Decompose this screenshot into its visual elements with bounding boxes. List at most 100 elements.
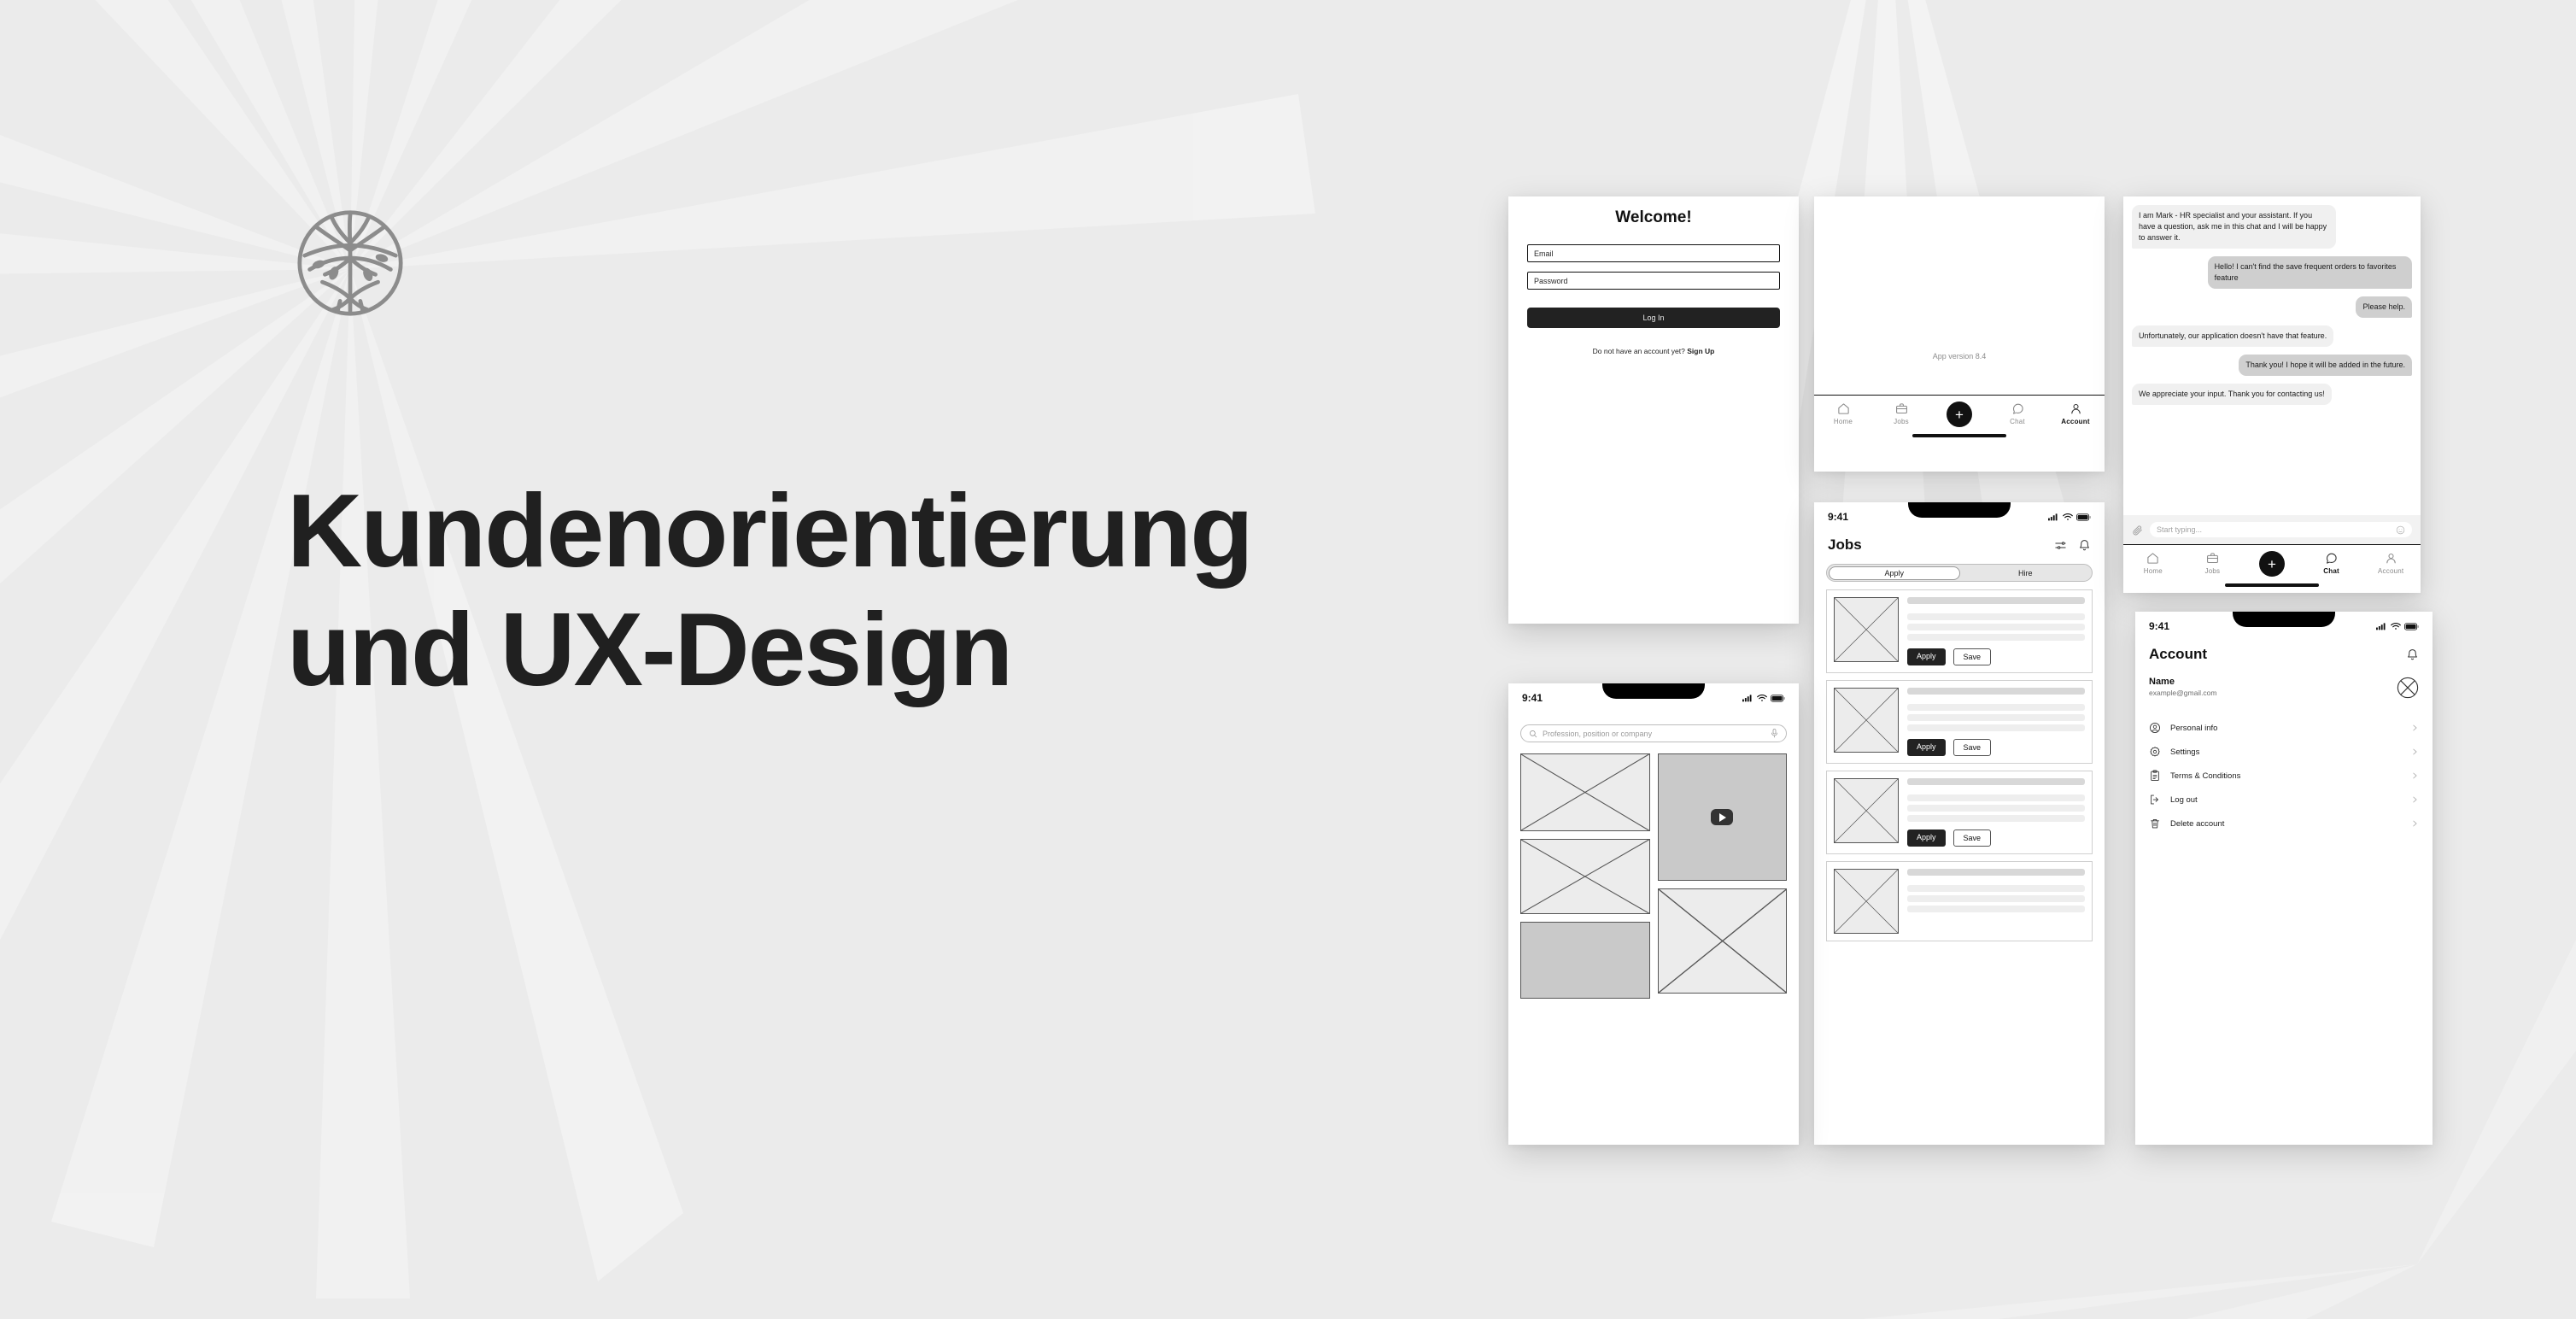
flat-tile[interactable] — [1520, 922, 1650, 999]
battery-icon — [1771, 694, 1785, 702]
menu-item-delete-account[interactable]: Delete account — [2135, 812, 2433, 835]
email-field-text: Email — [1534, 249, 1554, 258]
table-row[interactable] — [1826, 861, 2093, 941]
menu-item-label: Settings — [2170, 747, 2200, 757]
table-row[interactable]: Apply Save — [1826, 680, 2093, 764]
menu-item-label: Delete account — [2170, 818, 2225, 829]
person-icon — [2386, 553, 2396, 564]
signup-link[interactable]: Sign Up — [1687, 347, 1714, 355]
image-placeholder-icon[interactable] — [1520, 753, 1650, 831]
apply-button[interactable]: Apply — [1907, 648, 1946, 665]
menu-item-label: Personal info — [2170, 723, 2218, 733]
smiley-icon[interactable] — [2396, 525, 2405, 535]
battery-icon — [2076, 513, 2091, 521]
plus-fab-icon[interactable]: + — [1947, 402, 1972, 427]
image-placeholder-icon — [1834, 688, 1899, 753]
page-title: Kundenorientierung und UX-Design — [287, 472, 1254, 708]
tab-chat[interactable]: Chat — [1994, 402, 2040, 425]
apply-button-label: Apply — [1917, 833, 1936, 841]
menu-item-log-out[interactable]: Log out — [2135, 788, 2433, 812]
user-name: Name — [2149, 677, 2175, 687]
menu-item-settings[interactable]: Settings — [2135, 740, 2433, 764]
bell-icon[interactable] — [2406, 648, 2419, 661]
status-icons — [1742, 694, 1785, 702]
tab-jobs-label: Jobs — [2204, 567, 2221, 575]
screen-jobs: 9:41 Jobs Apply Hire Apply Save Apply Sa… — [1814, 502, 2105, 1145]
battery-icon — [2404, 622, 2419, 630]
chevron-right-icon — [2413, 796, 2417, 803]
briefcase-icon — [2206, 553, 2218, 564]
tab-jobs[interactable]: Jobs — [2189, 552, 2235, 575]
menu-item-terms-conditions[interactable]: Terms & Conditions — [2135, 764, 2433, 788]
jobs-segmented-control[interactable]: Apply Hire — [1826, 564, 2093, 582]
status-time: 9:41 — [2149, 620, 2170, 632]
tab-home-label: Home — [1833, 418, 1853, 425]
paperclip-icon[interactable] — [2132, 525, 2143, 536]
account-header: Account — [2135, 641, 2433, 663]
tab-add[interactable]: + — [2249, 551, 2295, 577]
chat-bubble: Hello! I can't find the save frequent or… — [2207, 256, 2412, 290]
login-button[interactable]: Log In — [1527, 308, 1780, 328]
play-icon[interactable] — [1711, 809, 1734, 825]
chat-bubble-icon — [2327, 553, 2337, 564]
signup-prompt: Do not have an account yet? — [1592, 347, 1688, 355]
chat-input[interactable]: Start typing... — [2150, 522, 2412, 537]
wifi-icon — [1757, 694, 1767, 701]
video-tile[interactable] — [1657, 753, 1787, 881]
tabbar-chat: Home Jobs + Chat Account — [2123, 544, 2421, 577]
tab-jobs-label: Jobs — [1894, 418, 1909, 425]
tab-home[interactable]: Home — [2130, 552, 2176, 575]
tab-account[interactable]: Account — [2052, 402, 2099, 425]
password-field[interactable]: Password — [1527, 272, 1780, 290]
plus-fab-icon[interactable]: + — [2258, 551, 2285, 577]
image-placeholder-icon[interactable] — [1520, 839, 1650, 914]
email-field[interactable]: Email — [1527, 244, 1780, 262]
notch — [2233, 612, 2335, 627]
jobs-title: Jobs — [1828, 536, 1862, 553]
image-placeholder-icon — [1834, 778, 1899, 843]
tab-add[interactable]: + — [1936, 402, 1982, 427]
user-circle-icon — [2150, 723, 2160, 733]
job-text-placeholder — [1907, 794, 2085, 801]
chat-message-list: I am Mark - HR specialist and your assis… — [2123, 196, 2421, 406]
save-button[interactable]: Save — [1952, 648, 1992, 665]
tab-chat[interactable]: Chat — [2309, 552, 2355, 575]
home-indicator — [1912, 434, 2006, 437]
menu-item-label: Log out — [2170, 794, 2198, 805]
menu-item-personal-info[interactable]: Personal info — [2135, 716, 2433, 740]
save-button[interactable]: Save — [1952, 830, 1992, 847]
status-bar-jobs: 9:41 — [1814, 502, 2105, 531]
job-text-placeholder — [1907, 714, 2085, 721]
account-menu: Personal info Settings Terms & Condition… — [2135, 716, 2433, 835]
job-text-placeholder — [1907, 805, 2085, 812]
filter-sliders-icon[interactable] — [2054, 539, 2067, 552]
bell-icon[interactable] — [2078, 539, 2091, 552]
screen-home: 9:41 Profession, position or company — [1508, 683, 1799, 1145]
home-tile-grid — [1520, 753, 1787, 999]
apply-button[interactable]: Apply — [1907, 830, 1946, 847]
chat-bubble: Unfortunately, our application doesn't h… — [2132, 325, 2334, 348]
person-icon — [2070, 403, 2081, 414]
avatar-placeholder-icon[interactable] — [2397, 677, 2419, 699]
search-placeholder: Profession, position or company — [1543, 729, 1653, 738]
tab-jobs[interactable]: Jobs — [1878, 402, 1924, 425]
tab-account[interactable]: Account — [2368, 552, 2414, 575]
job-title-placeholder — [1907, 597, 2085, 604]
search-input[interactable]: Profession, position or company — [1520, 724, 1787, 742]
segment-apply[interactable]: Apply — [1828, 566, 1960, 580]
table-row[interactable]: Apply Save — [1826, 771, 2093, 854]
segment-hire[interactable]: Hire — [1960, 566, 2091, 580]
image-placeholder-icon[interactable] — [1657, 888, 1787, 994]
save-button-label: Save — [1963, 834, 1982, 842]
job-title-placeholder — [1907, 869, 2085, 876]
slide-canvas: Kundenorientierung und UX-Design Welcome… — [0, 0, 2576, 1319]
apply-button[interactable]: Apply — [1907, 739, 1946, 756]
status-icons — [2376, 622, 2419, 630]
chevron-right-icon — [2413, 748, 2417, 755]
table-row[interactable]: Apply Save — [1826, 589, 2093, 673]
tab-home[interactable]: Home — [1820, 402, 1866, 425]
save-button[interactable]: Save — [1952, 739, 1992, 756]
apply-button-label: Apply — [1917, 652, 1936, 660]
hero-block: Kundenorientierung und UX-Design — [287, 200, 1397, 709]
job-text-placeholder — [1907, 906, 2085, 912]
